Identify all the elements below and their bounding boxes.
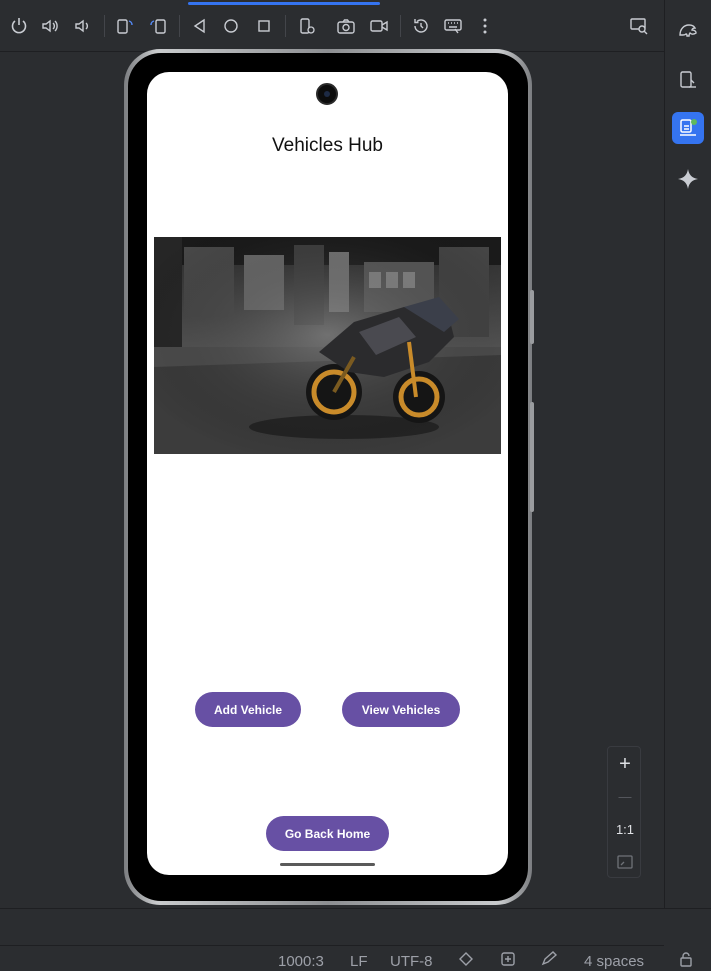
volume-down-icon[interactable] xyxy=(71,15,93,37)
front-camera xyxy=(316,83,338,105)
back-icon[interactable] xyxy=(189,15,211,37)
read-only-icon[interactable] xyxy=(458,951,474,971)
toolbar-separator xyxy=(104,15,105,37)
home-icon[interactable] xyxy=(220,15,242,37)
power-icon[interactable] xyxy=(8,15,30,37)
zoom-in-button[interactable]: + xyxy=(608,749,642,779)
go-back-home-button[interactable]: Go Back Home xyxy=(266,816,389,851)
zoom-fit-icon[interactable] xyxy=(608,847,642,877)
overview-icon[interactable] xyxy=(253,15,275,37)
motorcycle-image xyxy=(154,237,501,454)
running-devices-icon[interactable] xyxy=(672,112,704,144)
view-vehicles-button[interactable]: View Vehicles xyxy=(342,692,460,727)
app-title: Vehicles Hub xyxy=(272,135,383,156)
zoom-controls: + — 1:1 xyxy=(607,746,641,878)
gradle-icon[interactable] xyxy=(672,14,704,46)
volume-up-icon[interactable] xyxy=(39,15,61,37)
keyboard-icon[interactable] xyxy=(442,15,464,37)
device-settings-icon[interactable] xyxy=(296,15,318,37)
phone-side-button xyxy=(530,402,534,512)
zoom-out-button[interactable]: — xyxy=(608,781,642,811)
video-icon[interactable] xyxy=(368,15,390,37)
toolbar-separator xyxy=(179,15,180,37)
lock-icon[interactable] xyxy=(678,951,694,971)
rotate-left-icon[interactable] xyxy=(114,15,136,37)
emulator-toolbar xyxy=(0,0,664,52)
add-vehicle-button[interactable]: Add Vehicle xyxy=(195,692,301,727)
camera-icon[interactable] xyxy=(335,15,357,37)
device-manager-icon[interactable] xyxy=(672,64,704,96)
reset-icon[interactable] xyxy=(410,15,432,37)
zoom-actual-size-button[interactable]: 1:1 xyxy=(608,814,642,844)
more-icon[interactable] xyxy=(474,15,496,37)
device-screen[interactable]: Vehicles Hub Add Vehicle View Vehicles G… xyxy=(147,72,508,875)
gesture-nav-bar[interactable] xyxy=(280,863,375,866)
edit-icon[interactable] xyxy=(540,951,558,971)
tool-window-bar xyxy=(664,0,711,962)
gemini-icon[interactable] xyxy=(672,163,704,195)
find-icon[interactable] xyxy=(628,15,650,37)
rotate-right-icon[interactable] xyxy=(147,15,169,37)
status-bar: 1000:3 LF UTF-8 4 spaces xyxy=(0,908,711,970)
loading-progress xyxy=(188,2,380,5)
phone-side-button xyxy=(530,290,534,344)
status-divider xyxy=(0,945,664,946)
toolbar-separator xyxy=(400,15,401,37)
inspection-icon[interactable] xyxy=(500,951,516,971)
toolbar-separator xyxy=(285,15,286,37)
